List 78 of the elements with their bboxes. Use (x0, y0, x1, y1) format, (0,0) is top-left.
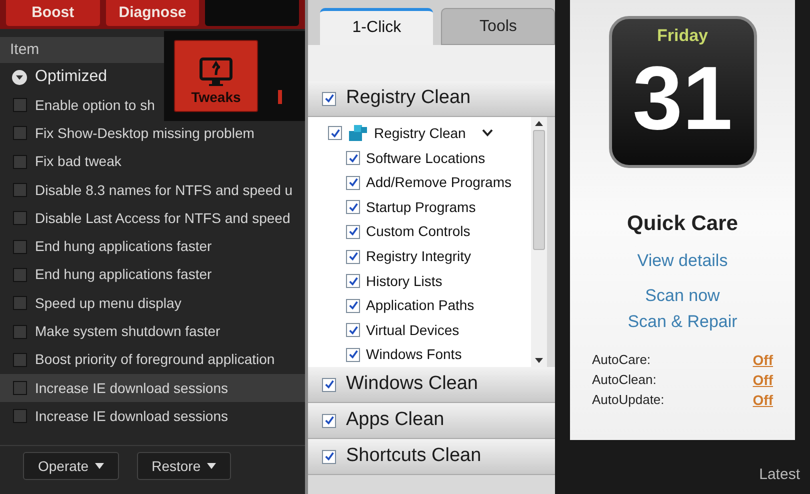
checkbox[interactable] (13, 154, 27, 169)
checkbox[interactable] (13, 409, 27, 424)
checkbox[interactable] (322, 92, 336, 106)
checkbox[interactable] (328, 126, 342, 140)
setting-label: AutoCare: (592, 351, 651, 370)
checkbox[interactable] (322, 450, 336, 464)
popup-edge-marker (278, 90, 282, 104)
tree-item[interactable]: Startup Programs (366, 196, 476, 218)
checkbox[interactable] (346, 151, 360, 166)
tweak-row[interactable]: Speed up menu display (0, 289, 305, 318)
checkbox[interactable] (13, 296, 27, 310)
checkbox[interactable] (13, 268, 27, 282)
tweak-row[interactable]: Disable 8.3 names for NTFS and speed u (0, 176, 305, 204)
section-header[interactable]: Windows Clean (308, 367, 555, 403)
checkbox[interactable] (346, 200, 360, 214)
tree-item[interactable]: Custom Controls (366, 221, 470, 242)
group-label: Optimized (35, 67, 108, 87)
tweak-row[interactable]: Fix bad tweak (0, 148, 305, 176)
checkbox[interactable] (13, 324, 27, 339)
checkbox[interactable] (13, 240, 27, 254)
tweak-row[interactable]: Fix Show-Desktop missing problem (0, 119, 305, 148)
section-header[interactable]: Apps Clean (308, 403, 555, 439)
checkbox[interactable] (13, 211, 27, 226)
tree-item[interactable]: Application Paths (366, 295, 474, 316)
section-header[interactable]: Shortcuts Clean (308, 439, 555, 475)
scroll-down-icon[interactable] (535, 358, 543, 363)
tweak-row[interactable]: Boost priority of foreground application (0, 346, 305, 374)
tweak-row[interactable]: Increase IE download sessions (0, 402, 305, 431)
checkbox[interactable] (346, 224, 360, 239)
checkbox[interactable] (346, 323, 360, 338)
tree-item[interactable]: Windows Fonts (366, 344, 462, 366)
checkbox[interactable] (13, 98, 27, 112)
checkbox[interactable] (322, 414, 336, 428)
scrollbar[interactable] (531, 117, 547, 367)
checkbox[interactable] (322, 378, 336, 392)
checkbox[interactable] (346, 176, 360, 190)
card-title: Quick Care (627, 211, 738, 237)
checkbox[interactable] (346, 274, 360, 288)
tweak-row[interactable]: Increase IE download sessions (0, 374, 305, 402)
link[interactable]: View details (637, 248, 728, 273)
checkbox[interactable] (346, 298, 360, 313)
tab[interactable]: Tools (441, 8, 555, 45)
tab[interactable]: Boost (6, 0, 100, 26)
monitor-arrow-icon (199, 57, 233, 87)
scroll-up-icon[interactable] (535, 121, 543, 126)
day-number: 31 (632, 48, 733, 148)
tweak-row[interactable]: End hung applications faster (0, 260, 305, 290)
setting-label: AutoClean: (592, 371, 656, 390)
checkbox[interactable] (346, 250, 360, 264)
checkbox[interactable] (13, 183, 27, 198)
caret-icon (206, 463, 216, 469)
link[interactable]: Scan now (645, 283, 720, 308)
checkbox[interactable] (13, 381, 27, 396)
link[interactable]: Scan & Repair (628, 308, 738, 334)
tweak-row[interactable]: End hung applications faster (0, 232, 305, 261)
tree-item[interactable]: History Lists (366, 270, 442, 292)
footer-text: Latest (759, 464, 800, 484)
checkbox[interactable] (346, 348, 360, 362)
chevron-down-icon[interactable] (482, 129, 493, 138)
checkbox[interactable] (13, 352, 27, 367)
tree-item[interactable]: Registry Integrity (366, 246, 472, 267)
tab[interactable]: 1-Click (320, 8, 434, 45)
tab[interactable]: Diagnose (106, 0, 200, 26)
dropdown-button[interactable]: Restore (136, 452, 231, 480)
tree-item[interactable]: Add/Remove Programs (366, 172, 512, 194)
caret-icon (94, 463, 104, 469)
registry-cubes-icon (348, 124, 368, 142)
tree-item[interactable]: Software Locations (366, 148, 486, 169)
checkbox[interactable] (13, 126, 27, 140)
tree-item[interactable]: Virtual Devices (366, 320, 460, 341)
tree-node[interactable]: Registry Clean (374, 122, 466, 144)
section-header[interactable]: Registry Clean (308, 81, 555, 117)
weekday-label: Friday (656, 25, 708, 47)
collapse-icon[interactable] (12, 70, 27, 84)
tweak-row[interactable]: Make system shutdown faster (0, 317, 305, 346)
dropdown-button[interactable]: Operate (23, 452, 119, 480)
setting-label: AutoUpdate: (592, 391, 664, 410)
tweak-row[interactable]: Disable Last Access for NTFS and speed (0, 204, 305, 232)
